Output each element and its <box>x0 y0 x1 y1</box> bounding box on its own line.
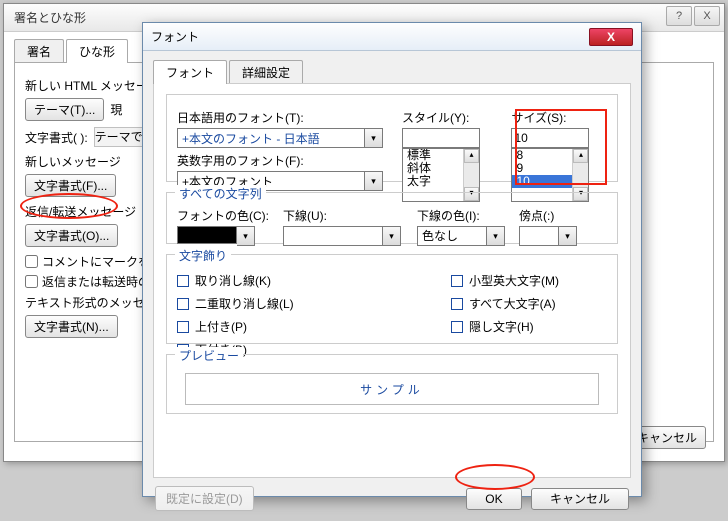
fontfmt-f-button[interactable]: 文字書式(F)... <box>25 174 116 197</box>
font-dialog: フォント X フォント 詳細設定 日本語用のフォント(T): ▾ 英数字用のフォ… <box>142 22 642 497</box>
label-jp-font: 日本語用のフォント(T): <box>177 109 388 126</box>
preview-text: サンプル <box>360 381 424 398</box>
tab-signature[interactable]: 署名 <box>14 39 64 63</box>
checkbox-strike[interactable] <box>177 275 189 287</box>
fontfmt-n-button[interactable]: 文字書式(N)... <box>25 315 118 338</box>
checkbox-allcaps[interactable] <box>451 298 463 310</box>
scroll-up-icon[interactable]: ▴ <box>464 149 479 163</box>
checkbox-dstrike[interactable] <box>177 298 189 310</box>
ok-button[interactable]: OK <box>466 488 521 510</box>
scroll-up-icon[interactable]: ▴ <box>573 149 588 163</box>
legend-all-chars: すべての文字列 <box>175 185 266 202</box>
theme-button[interactable]: テーマ(T)... <box>25 98 104 121</box>
label-dstrike: 二重取り消し線(L) <box>195 295 294 312</box>
font-color-drop[interactable]: ▾ <box>177 226 269 246</box>
checkbox-smallcaps[interactable] <box>451 275 463 287</box>
font-title-text: フォント <box>151 28 199 45</box>
font-footer: 既定に設定(D) OK キャンセル <box>143 486 641 521</box>
underline-color-drop[interactable]: 色なし▾ <box>417 226 505 246</box>
label-smallcaps: 小型英大文字(M) <box>469 272 559 289</box>
chevron-down-icon[interactable]: ▾ <box>559 226 577 246</box>
jp-font-input[interactable] <box>177 128 365 148</box>
label-hidden: 隠し文字(H) <box>469 318 534 335</box>
theme-font-disabled-input: テーマで <box>94 127 144 147</box>
tab-font[interactable]: フォント <box>153 60 227 84</box>
font-titlebar[interactable]: フォント X <box>143 23 641 51</box>
jp-font-combo[interactable]: ▾ <box>177 128 388 148</box>
underline-color-value: 色なし <box>417 226 487 246</box>
close-icon[interactable]: X <box>694 6 720 26</box>
chevron-down-icon[interactable]: ▾ <box>365 128 383 148</box>
style-input[interactable] <box>402 128 480 148</box>
checkbox-repeat-header[interactable] <box>25 275 38 288</box>
legend-decoration: 文字飾り <box>175 247 231 264</box>
checkbox-hidden[interactable] <box>451 321 463 333</box>
label-current: 現 <box>110 101 122 118</box>
color-swatch <box>177 226 237 244</box>
font-tabs: フォント 詳細設定 <box>143 51 641 83</box>
fontfmt-o-button[interactable]: 文字書式(O)... <box>25 224 118 247</box>
label-style: スタイル(Y): <box>402 109 498 126</box>
chevron-down-icon[interactable]: ▾ <box>365 171 383 191</box>
label-strike: 取り消し線(K) <box>195 272 271 289</box>
label-emphasis: 傍点(:) <box>519 207 577 224</box>
font-body: 日本語用のフォント(T): ▾ 英数字用のフォント(F): ▾ スタイル(Y): <box>153 83 631 478</box>
label-en-font: 英数字用のフォント(F): <box>177 152 388 169</box>
cancel-button[interactable]: キャンセル <box>531 488 629 510</box>
size-input[interactable] <box>511 128 589 148</box>
label-allcaps: すべて大文字(A) <box>469 295 556 312</box>
label-underline: 下線(U): <box>283 207 403 224</box>
label-size: サイズ(S): <box>511 109 607 126</box>
help-icon[interactable]: ? <box>666 6 692 26</box>
tab-advanced[interactable]: 詳細設定 <box>229 60 303 84</box>
underline-drop[interactable]: ▾ <box>283 226 403 246</box>
legend-preview: プレビュー <box>175 347 243 364</box>
chevron-down-icon[interactable]: ▾ <box>487 226 505 246</box>
checkbox-super[interactable] <box>177 321 189 333</box>
checkbox-mark-comment[interactable] <box>25 255 38 268</box>
label-underline-color: 下線の色(I): <box>417 207 505 224</box>
back-title-text: 署名とひな形 <box>14 9 86 26</box>
underline-value <box>283 226 383 246</box>
label-repeat-header: 返信または転送時の <box>42 273 150 290</box>
chevron-down-icon[interactable]: ▾ <box>237 226 255 246</box>
label-font-color: フォントの色(C): <box>177 207 269 224</box>
label-font-prefix: 文字書式( ): <box>25 129 88 146</box>
tab-stationery[interactable]: ひな形 <box>66 39 128 63</box>
emphasis-value <box>519 226 559 246</box>
set-default-button: 既定に設定(D) <box>155 486 254 511</box>
close-icon[interactable]: X <box>589 28 633 46</box>
emphasis-drop[interactable]: ▾ <box>519 226 577 246</box>
label-super: 上付き(P) <box>195 318 247 335</box>
preview-box: サンプル <box>185 373 599 405</box>
chevron-down-icon[interactable]: ▾ <box>383 226 401 246</box>
